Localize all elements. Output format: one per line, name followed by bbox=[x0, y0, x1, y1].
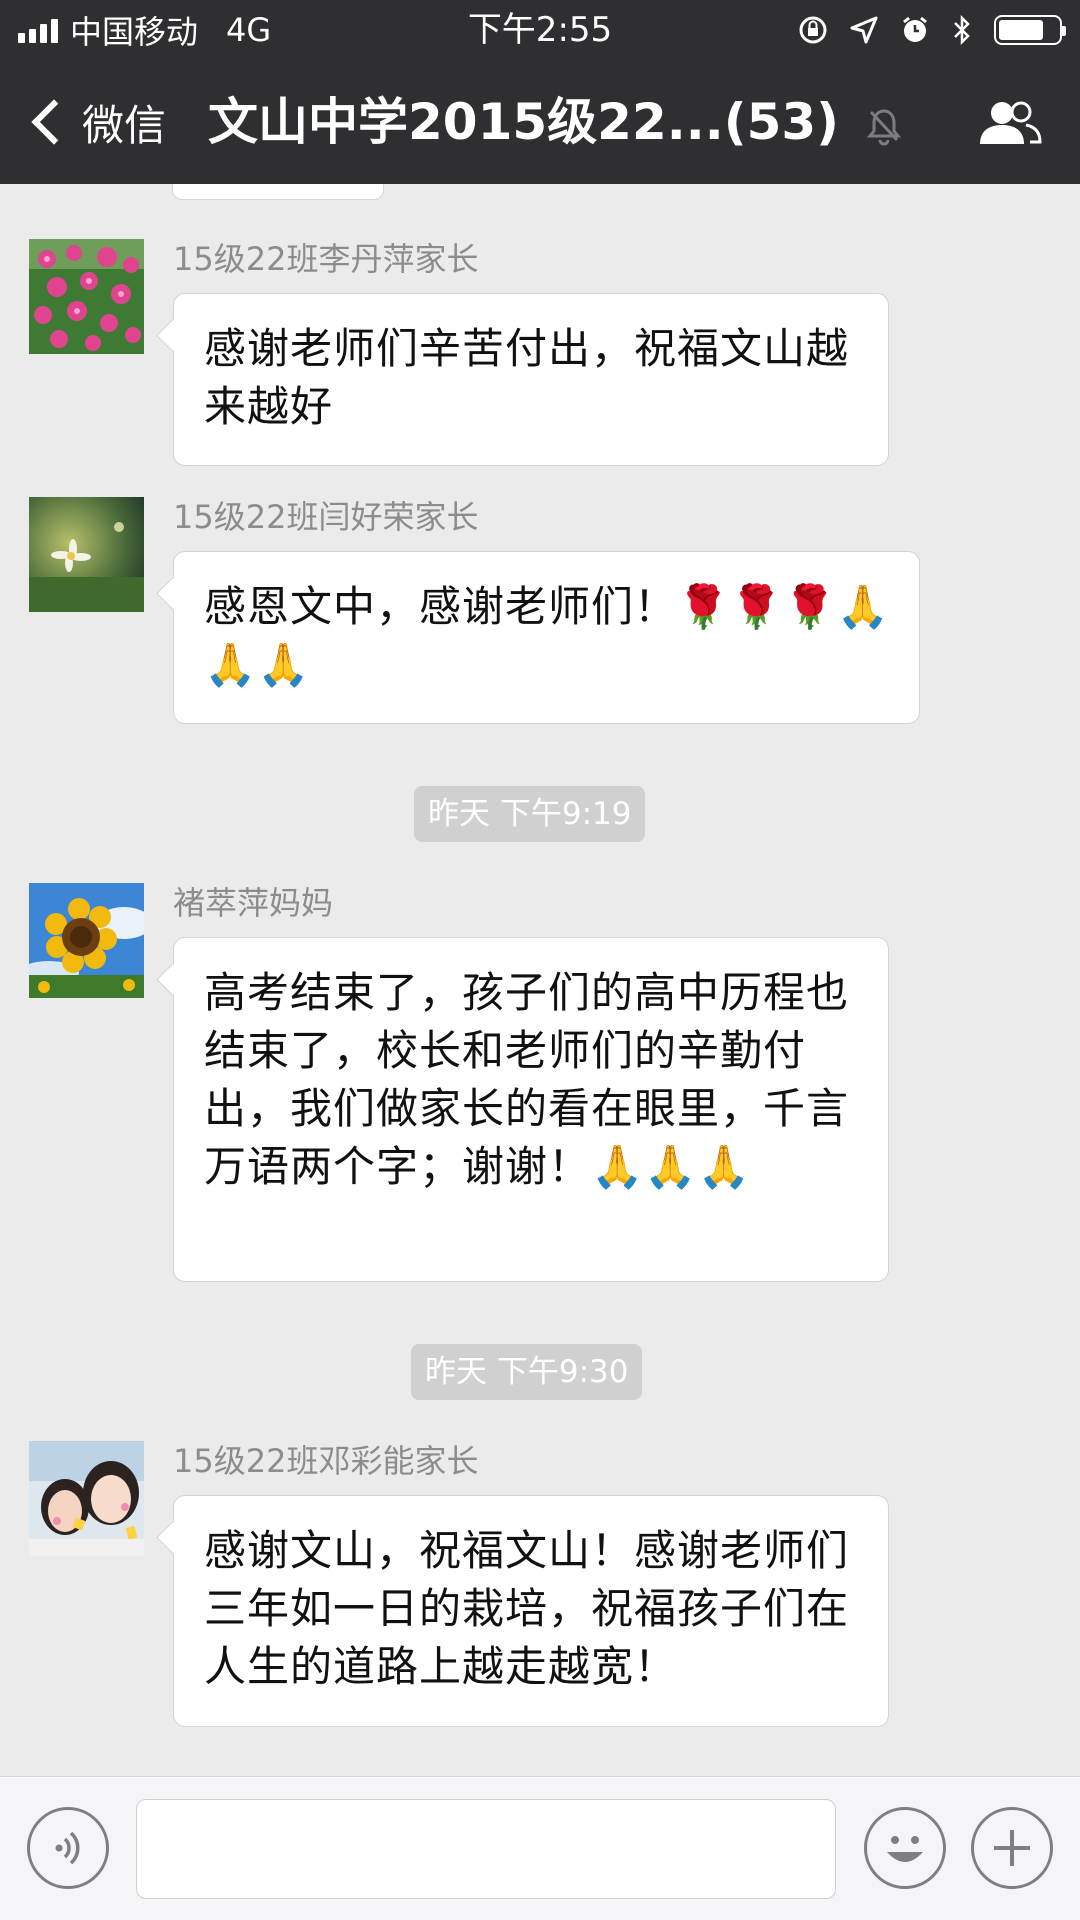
location-arrow-icon bbox=[850, 16, 878, 44]
group-members-icon[interactable] bbox=[974, 98, 1044, 148]
message-text: 感谢老师们辛苦付出，祝福文山越来越好 bbox=[204, 324, 850, 431]
bluetooth-icon bbox=[954, 15, 970, 45]
sender-name: 15级22班邓彩能家长 bbox=[173, 1442, 479, 1480]
sender-name: 15级22班李丹萍家长 bbox=[173, 240, 479, 278]
pink-flowers-avatar-image bbox=[29, 239, 144, 354]
message-bubble[interactable]: 感恩文中，感谢老师们！🌹🌹🌹🙏🙏🙏 bbox=[173, 551, 920, 724]
timestamp-label: 昨天 下午9:19 bbox=[414, 786, 646, 842]
message-bubble[interactable]: 感谢老师们辛苦付出，祝福文山越来越好 bbox=[173, 293, 889, 466]
chat-title: 文山中学2015级22...(53) bbox=[208, 60, 902, 184]
message-text: 感恩文中，感谢老师们！🌹🌹🌹🙏🙏🙏 bbox=[204, 582, 891, 689]
sender-name: 15级22班闫好荣家长 bbox=[173, 498, 479, 536]
mute-bell-icon bbox=[867, 108, 902, 145]
orientation-lock-icon bbox=[799, 16, 827, 44]
emoji-icon bbox=[887, 1836, 923, 1862]
message-text: 感谢文山，祝福文山！感谢老师们三年如一日的栽培，祝福孩子们在人生的道路上越走越宽… bbox=[204, 1526, 850, 1691]
avatar[interactable] bbox=[29, 497, 144, 612]
more-functions-button[interactable] bbox=[971, 1807, 1053, 1889]
back-button[interactable]: 微信 bbox=[24, 60, 166, 184]
chevron-left-icon bbox=[31, 99, 77, 145]
chat-title-text: 文山中学2015级22...(53) bbox=[208, 93, 840, 151]
voice-input-button[interactable] bbox=[27, 1807, 109, 1889]
sunflower-avatar-image bbox=[29, 883, 144, 998]
message-input[interactable] bbox=[136, 1799, 836, 1899]
message-bubble[interactable]: 感谢文山，祝福文山！感谢老师们三年如一日的栽培，祝福孩子们在人生的道路上越走越宽… bbox=[173, 1495, 889, 1727]
battery-icon bbox=[994, 15, 1066, 45]
message-bubble[interactable]: 高考结束了，孩子们的高中历程也结束了，校长和老师们的辛勤付出，我们做家长的看在眼… bbox=[173, 937, 889, 1282]
emoji-button[interactable] bbox=[864, 1807, 946, 1889]
message-text: 高考结束了，孩子们的高中历程也结束了，校长和老师们的辛勤付出，我们做家长的看在眼… bbox=[204, 968, 850, 1191]
timestamp-label: 昨天 下午9:30 bbox=[411, 1344, 643, 1400]
avatar[interactable] bbox=[29, 1441, 144, 1556]
two-girls-avatar-image bbox=[29, 1441, 144, 1556]
previous-message-bubble[interactable] bbox=[172, 184, 384, 200]
voice-icon bbox=[55, 1831, 80, 1865]
avatar[interactable] bbox=[29, 883, 144, 998]
plus-icon bbox=[994, 1830, 1030, 1866]
avatar[interactable] bbox=[29, 239, 144, 354]
input-bar bbox=[0, 1776, 1080, 1920]
chat-message-list[interactable]: 15级22班李丹萍家长 感谢老师们辛苦付出，祝福文山越来越好 15级22班闫好荣… bbox=[0, 184, 1080, 1776]
status-bar: 中国移动 4G 下午2:55 bbox=[0, 0, 1080, 60]
sender-name: 褚萃萍妈妈 bbox=[173, 884, 334, 922]
status-right bbox=[798, 0, 1066, 60]
back-label: 微信 bbox=[82, 100, 167, 150]
alarm-icon bbox=[903, 16, 927, 42]
nav-bar: 微信 文山中学2015级22...(53) bbox=[0, 60, 1080, 184]
white-flower-avatar-image bbox=[29, 497, 144, 612]
